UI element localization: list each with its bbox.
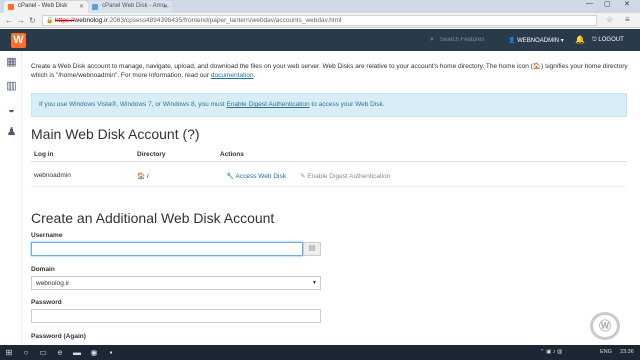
watermark-logo-icon: Ⓦ: [590, 312, 620, 340]
pencil-icon: ✎: [300, 173, 306, 180]
clock[interactable]: 23:36: [620, 349, 634, 355]
tab-amozesh[interactable]: cPanel Web Disk - Amo... ✕: [88, 1, 172, 13]
url-host: webnolog.ir: [74, 17, 108, 24]
cpanel-favicon-icon: [8, 4, 14, 10]
info-alert: If you use Windows Vista®, Windows 7, or…: [31, 93, 627, 117]
main-account-heading: Main Web Disk Account (?): [31, 126, 200, 142]
alert-text-2: to access your Web Disk.: [309, 101, 385, 108]
browser-menu-icon[interactable]: ≡: [625, 15, 630, 24]
access-web-disk-button[interactable]: 🔧 Access Web Disk: [226, 172, 286, 180]
password-again-label: Password (Again): [31, 333, 86, 340]
address-bar: ← → ↻ 🔒 https://webnolog.ir:2083/cpsess4…: [0, 13, 640, 28]
home-icon: 🏠: [532, 63, 541, 70]
password-input[interactable]: [31, 309, 321, 323]
url-path: :2083/cpsess4894398435/frontend/paper_la…: [107, 17, 342, 24]
intro-text-3: .: [253, 72, 256, 79]
minimize-button[interactable]: —: [586, 0, 593, 7]
search-icon: ⌕: [430, 36, 434, 43]
documentation-link[interactable]: documentation: [211, 72, 254, 79]
directory-cell: 🏠 /: [137, 172, 149, 180]
insecure-lock-icon: 🔒: [46, 18, 54, 24]
file-explorer-icon[interactable]: ▬: [72, 348, 82, 357]
username-addon-icon: ▤: [303, 242, 321, 256]
stats-icon[interactable]: ▥: [5, 81, 18, 92]
domain-select[interactable]: webnolog.ir ▼: [31, 276, 321, 290]
windows-start-icon[interactable]: ⊞: [4, 348, 14, 357]
username-input[interactable]: [31, 242, 303, 256]
chrome-icon[interactable]: ◉: [89, 348, 99, 357]
users-icon[interactable]: ♟: [5, 127, 18, 138]
intro-text: Create a Web Disk account to manage, nav…: [31, 63, 533, 70]
page-favicon-icon: [92, 4, 98, 10]
reload-icon[interactable]: ↻: [29, 16, 36, 25]
search-features-input[interactable]: [440, 34, 500, 46]
enable-digest-auth-button[interactable]: ✎ Enable Digest Authentication: [300, 172, 390, 180]
username-label: Username: [31, 232, 63, 239]
logout-label: LOGOUT: [598, 37, 624, 43]
app-icon[interactable]: ▪: [106, 348, 116, 357]
column-header-login: Log in: [34, 151, 54, 158]
left-sidebar: ▦ ▥ ◒ ♟: [0, 51, 22, 345]
taskbar-search-icon[interactable]: ○: [21, 348, 31, 357]
domain-label: Domain: [31, 266, 55, 273]
language-indicator[interactable]: ENG: [600, 349, 612, 355]
grid-icon[interactable]: ▦: [5, 57, 18, 68]
table-row-divider: [31, 186, 627, 187]
restore-button[interactable]: ▢: [604, 0, 611, 8]
user-menu[interactable]: 👤 WEBNOADMIN ▾: [508, 37, 564, 44]
enable-digest-auth-link[interactable]: Enable Digest Authentication: [226, 101, 309, 108]
notifications-bell-icon[interactable]: 🔔: [575, 35, 585, 44]
password-label: Password: [31, 299, 62, 306]
close-tab-icon[interactable]: ✕: [79, 3, 84, 10]
username-label: WEBNOADMIN: [517, 38, 560, 44]
alert-text: If you use Windows Vista®, Windows 7, or…: [39, 101, 227, 108]
url-scheme: https://: [55, 17, 75, 24]
task-view-icon[interactable]: ▭: [38, 348, 48, 357]
close-window-button[interactable]: ✕: [624, 0, 630, 8]
url-field[interactable]: 🔒 https://webnolog.ir:2083/cpsess4894398…: [42, 15, 597, 26]
forward-arrow-icon[interactable]: →: [17, 16, 25, 25]
dashboard-icon[interactable]: ◒: [5, 105, 18, 116]
tray-icons[interactable]: ⌃ ▣ ♪ ▥: [540, 349, 562, 355]
chevron-down-icon: ▼: [312, 280, 317, 286]
column-header-directory: Directory: [137, 151, 166, 158]
wrench-icon: 🔧: [226, 173, 235, 180]
column-header-actions: Actions: [220, 151, 244, 158]
account-login-cell: webnoadmin: [34, 172, 71, 179]
table-header-divider: [31, 161, 627, 162]
edge-icon[interactable]: e: [55, 348, 65, 357]
intro-paragraph: Create a Web Disk account to manage, nav…: [31, 62, 631, 80]
directory-value: /: [146, 173, 149, 180]
cpanel-logo-icon[interactable]: W: [11, 33, 26, 48]
tab-cpanel-web-disk[interactable]: cPanel - Web Disk ✕: [4, 1, 88, 13]
enable-digest-label: Enable Digest Authentication: [307, 173, 391, 180]
domain-selected-value: webnolog.ir: [36, 280, 70, 287]
back-arrow-icon[interactable]: ←: [5, 16, 13, 25]
logout-link[interactable]: ⎋ LOGOUT: [592, 37, 624, 44]
tab-label: cPanel Web Disk - Amo...: [102, 3, 170, 9]
access-web-disk-label: Access Web Disk: [235, 173, 286, 180]
tab-label: cPanel - Web Disk: [18, 3, 68, 9]
home-icon: 🏠: [137, 173, 146, 180]
browser-tab-strip: cPanel - Web Disk ✕ cPanel Web Disk - Am…: [0, 0, 640, 13]
create-account-heading: Create an Additional Web Disk Account: [31, 210, 275, 226]
close-tab-icon[interactable]: ✕: [163, 3, 168, 10]
bookmark-star-icon[interactable]: ☆: [606, 15, 613, 24]
